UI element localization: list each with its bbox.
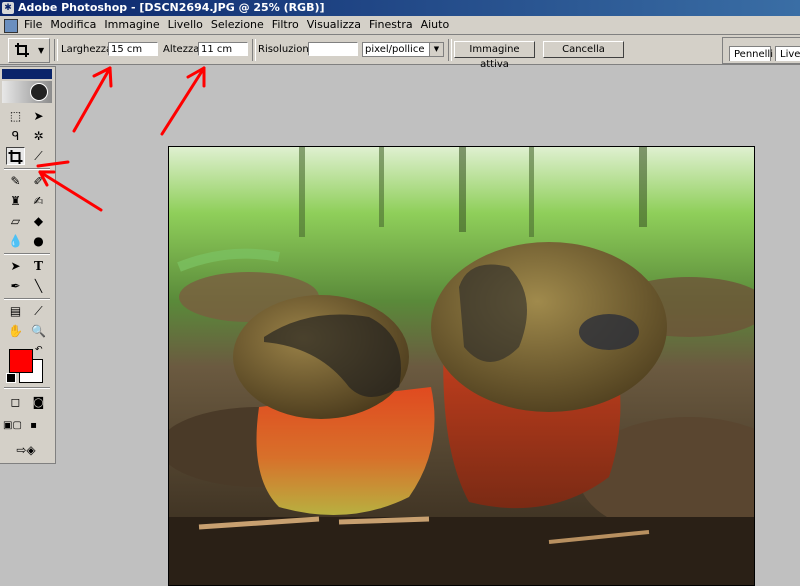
- paint-bucket-icon[interactable]: ◆: [29, 212, 48, 230]
- jump-to-imageready-icon[interactable]: ⇨◈: [8, 441, 44, 459]
- menu-visualizza[interactable]: Visualizza: [307, 16, 367, 34]
- tab-livelli[interactable]: Live: [775, 46, 800, 61]
- toolbox-title-bar[interactable]: [2, 69, 52, 79]
- document-icon[interactable]: [4, 19, 18, 33]
- brush-icon[interactable]: ✐: [29, 172, 48, 190]
- menu-immagine[interactable]: Immagine: [104, 16, 165, 34]
- menu-file[interactable]: File: [24, 16, 48, 34]
- width-field[interactable]: 15 cm: [108, 42, 158, 56]
- menu-filtro[interactable]: Filtro: [272, 16, 305, 34]
- menu-livello[interactable]: Livello: [168, 16, 209, 34]
- eraser-icon[interactable]: ▱: [6, 212, 25, 230]
- front-image-button[interactable]: Immagine attiva: [454, 41, 535, 70]
- clone-stamp-icon[interactable]: ♜: [6, 192, 25, 210]
- type-icon[interactable]: T: [29, 257, 48, 275]
- crop-icon[interactable]: [6, 147, 25, 165]
- notes-icon[interactable]: ▤: [6, 302, 25, 320]
- zoom-icon[interactable]: 🔍: [29, 322, 48, 340]
- window-title: Adobe Photoshop - [DSCN2694.JPG @ 25% (R…: [18, 1, 325, 14]
- toolbox-divider: [4, 253, 50, 255]
- resolution-field[interactable]: [308, 42, 358, 56]
- healing-brush-icon[interactable]: ✎: [6, 172, 25, 190]
- menu-aiuto[interactable]: Aiuto: [421, 16, 456, 34]
- move-icon[interactable]: ➤: [29, 107, 48, 125]
- adobe-online-logo[interactable]: [2, 81, 52, 103]
- screen-mode-icon[interactable]: ▣▢: [3, 417, 22, 435]
- menu-finestra[interactable]: Finestra: [369, 16, 419, 34]
- photoshop-app-icon[interactable]: ✱: [2, 2, 14, 14]
- tab-pennelli[interactable]: Pennelli: [729, 46, 773, 61]
- toolbox-divider: [4, 387, 50, 389]
- title-bar: ✱ Adobe Photoshop - [DSCN2694.JPG @ 25% (…: [0, 0, 800, 16]
- eye-logo-icon: [30, 83, 48, 101]
- height-field[interactable]: 11 cm: [198, 42, 248, 56]
- chevron-down-icon: ▼: [429, 43, 443, 56]
- toolbox-divider: [4, 168, 50, 170]
- menu-selezione[interactable]: Selezione: [211, 16, 270, 34]
- blur-icon[interactable]: 💧: [6, 232, 25, 250]
- full-screen-mode-icon[interactable]: ▪: [24, 417, 43, 435]
- default-colors-icon[interactable]: [6, 373, 16, 383]
- eyedropper-icon[interactable]: ⟋: [29, 302, 48, 320]
- resolution-unit-value: pixel/pollice: [365, 44, 425, 55]
- menu-modifica[interactable]: Modifica: [50, 16, 102, 34]
- options-separator: [252, 39, 256, 61]
- height-label: Altezza:: [163, 44, 203, 55]
- crop-icon: [15, 43, 29, 57]
- standard-mode-icon[interactable]: ◻: [6, 393, 25, 411]
- arrow-to-width-field: [72, 66, 113, 133]
- toolbox-divider: [4, 298, 50, 300]
- marquee-icon[interactable]: ⬚: [6, 107, 25, 125]
- menu-bar: File Modifica Immagine Livello Selezione…: [0, 16, 800, 35]
- arrow-to-height-field: [160, 66, 206, 136]
- resolution-unit-select[interactable]: pixel/pollice ▼: [362, 42, 444, 57]
- line-icon[interactable]: ╲: [29, 277, 48, 295]
- chevron-down-icon: ▼: [38, 46, 45, 55]
- magic-wand-icon[interactable]: ✲: [29, 127, 48, 145]
- options-bar: ▼ Larghezza: 15 cm Altezza: 11 cm Risolu…: [0, 35, 800, 70]
- tool-preset-picker[interactable]: ▼: [8, 38, 50, 63]
- swap-colors-icon[interactable]: ↶: [35, 345, 43, 355]
- lasso-icon[interactable]: ᑫ: [6, 127, 25, 145]
- pen-icon[interactable]: ✒: [6, 277, 25, 295]
- document-image[interactable]: [168, 146, 755, 586]
- foreground-color-swatch[interactable]: [9, 349, 33, 373]
- hand-icon[interactable]: ✋: [6, 322, 25, 340]
- options-separator: [54, 39, 58, 61]
- dodge-icon[interactable]: ●: [29, 232, 48, 250]
- mushroom-photo: [169, 147, 754, 585]
- quick-mask-icon[interactable]: ◙: [29, 393, 48, 411]
- palette-well: Pennelli Live: [722, 37, 800, 64]
- path-selection-icon[interactable]: ➤: [6, 257, 25, 275]
- toolbox: ⬚ ➤ ᑫ ✲ ⟋ ✎ ✐ ♜ ✍ ▱ ◆ 💧 ● ➤ T ✒ ╲ ▤ ⟋ ✋ …: [0, 66, 56, 464]
- history-brush-icon[interactable]: ✍: [29, 192, 48, 210]
- clear-button[interactable]: Cancella: [543, 41, 624, 58]
- menu-list: File Modifica Immagine Livello Selezione…: [24, 16, 457, 34]
- options-separator: [448, 39, 452, 61]
- slice-icon[interactable]: ⟋: [29, 147, 48, 165]
